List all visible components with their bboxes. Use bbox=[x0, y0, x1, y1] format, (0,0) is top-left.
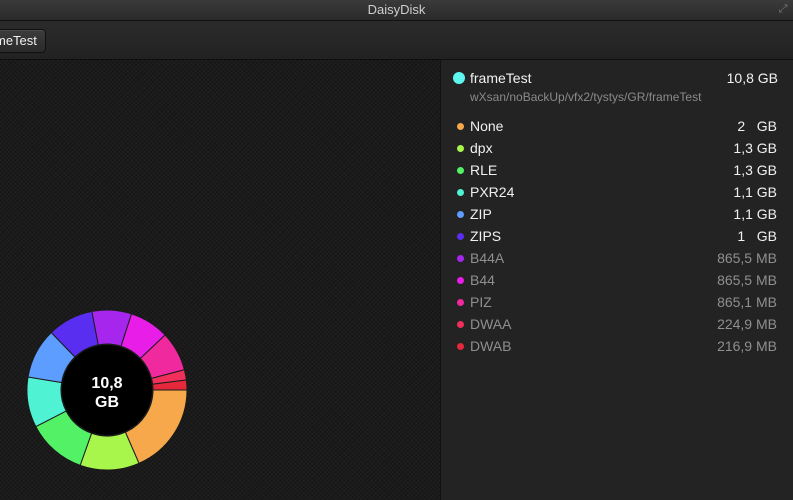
list-item[interactable]: DWAA 224,9 MB bbox=[457, 314, 777, 336]
item-color-dot bbox=[457, 299, 464, 306]
item-color-dot bbox=[457, 211, 464, 218]
item-size: 1,3 GB bbox=[733, 162, 777, 178]
item-size: 224,9 MB bbox=[717, 316, 777, 332]
list-item[interactable]: None 2 GB bbox=[457, 116, 777, 138]
item-name: RLE bbox=[470, 162, 498, 178]
item-name: PIZ bbox=[470, 294, 492, 310]
folder-name: frameTest bbox=[470, 70, 532, 86]
selected-folder-row[interactable]: frameTest 10,8 GB bbox=[453, 69, 778, 89]
item-size: 865,5 MB bbox=[717, 272, 777, 288]
list-item[interactable]: PIZ 865,1 MB bbox=[457, 292, 777, 314]
item-color-dot bbox=[457, 189, 464, 196]
breadcrumb-button[interactable]: meTest bbox=[0, 29, 46, 53]
folder-color-dot bbox=[453, 72, 465, 84]
list-item[interactable]: RLE 1,3 GB bbox=[457, 160, 777, 182]
item-size: 1 GB bbox=[737, 228, 777, 244]
item-name: PXR24 bbox=[470, 184, 515, 200]
item-name: dpx bbox=[470, 140, 493, 156]
item-name: B44A bbox=[470, 250, 505, 266]
item-name: None bbox=[470, 118, 504, 134]
list-item[interactable]: ZIPS 1 GB bbox=[457, 226, 777, 248]
list-item[interactable]: PXR24 1,1 GB bbox=[457, 182, 777, 204]
window-title: DaisyDisk bbox=[367, 2, 426, 17]
item-color-dot bbox=[457, 343, 464, 350]
contents-list: None 2 GB dpx 1,3 GB RLE 1,3 GB PXR24 1,1 GB ZIP… bbox=[457, 116, 777, 358]
item-color-dot bbox=[457, 277, 464, 284]
disk-map-pane: 10,8 GB bbox=[0, 60, 440, 500]
item-name: ZIPS bbox=[470, 228, 502, 244]
item-color-dot bbox=[457, 233, 464, 240]
center-total-unit: GB bbox=[95, 394, 119, 411]
window-titlebar: DaisyDisk ⤢ bbox=[0, 0, 793, 21]
item-size: 1,1 GB bbox=[733, 184, 777, 200]
item-size: 2 GB bbox=[737, 118, 777, 134]
list-item[interactable]: B44 865,5 MB bbox=[457, 270, 777, 292]
item-color-dot bbox=[457, 255, 464, 262]
folder-size: 10,8 GB bbox=[726, 70, 778, 86]
item-name: DWAB bbox=[470, 338, 512, 354]
item-color-dot bbox=[457, 321, 464, 328]
disk-usage-ring-chart[interactable]: 10,8 GB bbox=[0, 60, 440, 500]
list-item[interactable]: DWAB 216,9 MB bbox=[457, 336, 777, 358]
list-item[interactable]: ZIP 1,1 GB bbox=[457, 204, 777, 226]
item-size: 865,5 MB bbox=[717, 250, 777, 266]
item-size: 1,1 GB bbox=[733, 206, 777, 222]
item-color-dot bbox=[457, 123, 464, 130]
item-name: B44 bbox=[470, 272, 495, 288]
item-color-dot bbox=[457, 167, 464, 174]
item-size: 216,9 MB bbox=[717, 338, 777, 354]
toolbar: meTest bbox=[0, 21, 793, 60]
details-pane: frameTest 10,8 GB wXsan/noBackUp/vfx2/ty… bbox=[440, 60, 793, 500]
center-total-value: 10,8 bbox=[91, 375, 122, 392]
item-name: ZIP bbox=[470, 206, 492, 222]
folder-path: wXsan/noBackUp/vfx2/tystys/GR/frameTest bbox=[470, 90, 702, 104]
list-item[interactable]: dpx 1,3 GB bbox=[457, 138, 777, 160]
item-name: DWAA bbox=[470, 316, 512, 332]
item-color-dot bbox=[457, 145, 464, 152]
item-size: 865,1 MB bbox=[717, 294, 777, 310]
list-item[interactable]: B44A 865,5 MB bbox=[457, 248, 777, 270]
fullscreen-icon[interactable]: ⤢ bbox=[777, 3, 789, 15]
item-size: 1,3 GB bbox=[733, 140, 777, 156]
